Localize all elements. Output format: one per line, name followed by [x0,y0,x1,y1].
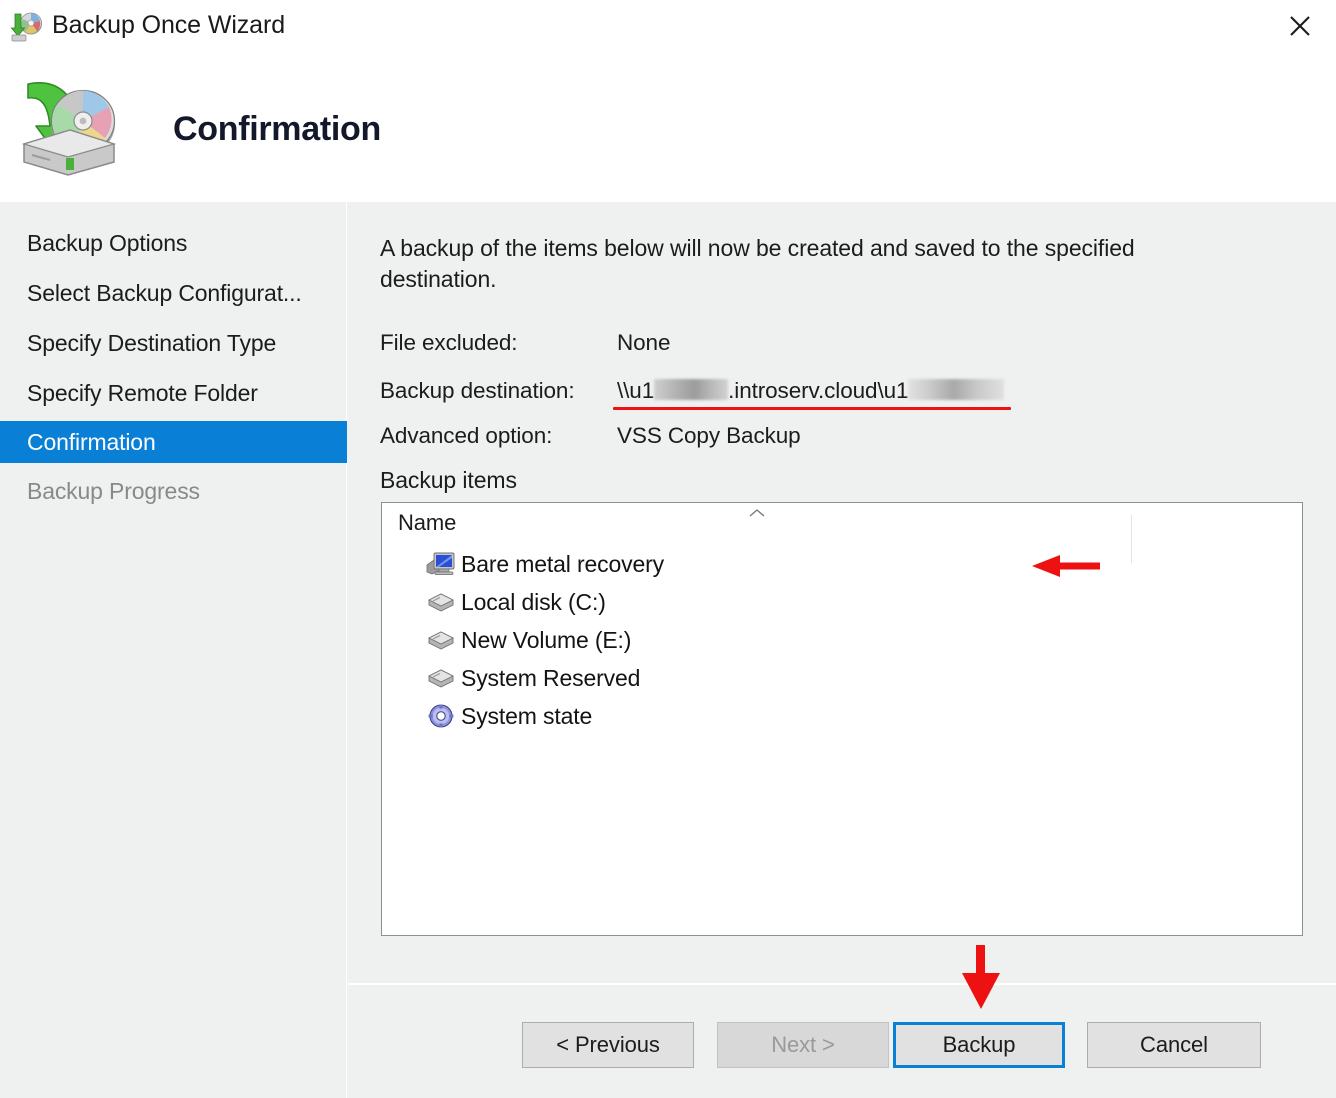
field-label: Backup destination: [380,378,574,404]
red-underline-annotation [613,407,1011,410]
sidebar-item-label: Specify Remote Folder [27,380,258,407]
wizard-footer: < Previous Next > Backup Cancel [348,985,1336,1098]
table-row[interactable]: System Reserved [382,659,1302,697]
redaction-block [908,379,1004,400]
confirmation-content-pane: A backup of the items below will now be … [348,202,1336,1098]
table-row[interactable]: Bare metal recovery [382,545,1302,583]
backup-disc-icon [10,10,44,44]
wizard-steps-sidebar: Backup Options Select Backup Configurat.… [0,202,347,1098]
sidebar-item-label: Backup Options [27,230,187,257]
sidebar-item-specify-remote-folder[interactable]: Specify Remote Folder [0,372,347,414]
red-left-arrow-annotation [1030,554,1102,578]
red-down-arrow-annotation [960,945,1002,1011]
sidebar-item-specify-destination[interactable]: Specify Destination Type [0,322,347,364]
field-label: File excluded: [380,330,517,356]
window-title: Backup Once Wizard [52,11,285,40]
row-label: New Volume (E:) [461,627,631,654]
list-header: Name [382,503,1302,545]
sidebar-item-backup-progress: Backup Progress [0,470,347,512]
hard-disk-icon [426,665,456,691]
chevron-up-icon [748,507,766,519]
backup-items-listbox[interactable]: Name [381,502,1303,936]
row-label: Bare metal recovery [461,551,664,578]
field-value-redacted: \\u1 .introserv.cloud\u1 [617,378,1004,404]
row-label: Local disk (C:) [461,589,606,616]
page-title: Confirmation [173,110,381,149]
cancel-button[interactable]: Cancel [1087,1022,1261,1068]
table-row[interactable]: Local disk (C:) [382,583,1302,621]
computer-icon [426,551,456,577]
backup-drive-disc-icon [10,72,122,182]
next-button: Next > [717,1022,889,1068]
previous-button[interactable]: < Previous [522,1022,694,1068]
table-row[interactable]: New Volume (E:) [382,621,1302,659]
backup-once-wizard-window: Backup Once Wizard Co [0,0,1336,1098]
column-header-name[interactable]: Name [398,510,456,536]
field-value: VSS Copy Backup [617,423,801,449]
wizard-body: Backup Options Select Backup Configurat.… [0,202,1336,1098]
sidebar-item-label: Specify Destination Type [27,330,276,357]
table-row[interactable]: System state [382,697,1302,735]
hard-disk-icon [426,589,456,615]
intro-description: A backup of the items below will now be … [380,233,1190,295]
sidebar-item-confirmation[interactable]: Confirmation [0,421,347,463]
sidebar-item-label: Select Backup Configurat... [27,280,302,307]
backup-items-rows: Bare metal recovery Local d [382,545,1302,735]
field-label: Advanced option: [380,423,552,449]
backup-items-label: Backup items [380,467,517,494]
destination-middle: .introserv.cloud\u1 [728,378,908,403]
hard-disk-icon [426,627,456,653]
backup-button[interactable]: Backup [893,1022,1065,1068]
row-label: System Reserved [461,665,640,692]
page-header: Confirmation [0,54,1336,202]
system-state-gear-icon [426,703,456,729]
redaction-block [654,379,728,400]
sidebar-item-label: Confirmation [27,429,156,456]
destination-prefix: \\u1 [617,378,654,403]
close-icon [1288,14,1312,38]
field-value: None [617,330,670,356]
sidebar-item-select-backup-config[interactable]: Select Backup Configurat... [0,272,347,314]
sidebar-item-backup-options[interactable]: Backup Options [0,222,347,264]
sidebar-item-label: Backup Progress [27,478,200,505]
title-bar: Backup Once Wizard [0,0,1336,54]
close-button[interactable] [1274,2,1326,50]
row-label: System state [461,703,592,730]
